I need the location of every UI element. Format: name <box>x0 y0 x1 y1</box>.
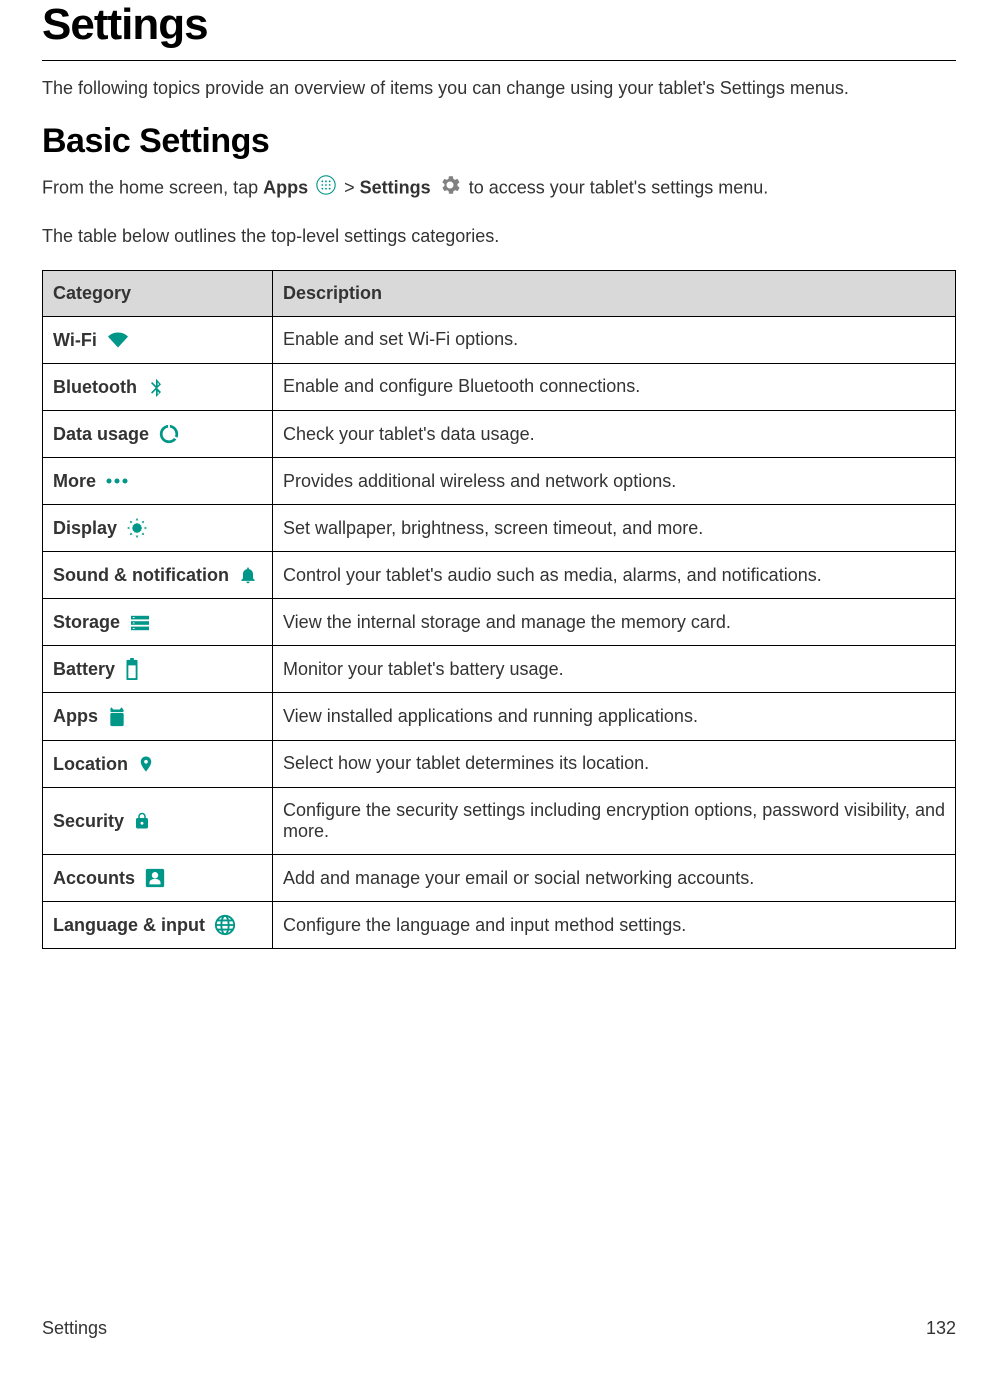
settings-table: Category Description Wi-Fi Enable and se… <box>42 270 956 950</box>
category-cell: Sound & notification <box>43 552 273 599</box>
category-label: Apps <box>53 706 98 726</box>
table-row: Language & input Configure the language … <box>43 902 956 949</box>
table-row: Sound & notification Control your tablet… <box>43 552 956 599</box>
table-row: Wi-Fi Enable and set Wi-Fi options. <box>43 316 956 363</box>
page-number: 132 <box>926 1318 956 1339</box>
description-cell: Enable and configure Bluetooth connectio… <box>273 363 956 410</box>
category-cell: Display <box>43 504 273 551</box>
category-label: Bluetooth <box>53 376 137 396</box>
description-cell: Control your tablet's audio such as medi… <box>273 552 956 599</box>
gear-icon <box>438 173 462 204</box>
category-label: Security <box>53 811 124 831</box>
more-icon <box>105 476 129 486</box>
description-cell: Provides additional wireless and network… <box>273 458 956 505</box>
wifi-icon <box>106 330 130 350</box>
footer-section: Settings <box>42 1318 107 1339</box>
language-icon <box>214 914 236 936</box>
notification-icon <box>238 564 258 586</box>
table-row: Bluetooth Enable and configure Bluetooth… <box>43 363 956 410</box>
category-label: Display <box>53 518 117 538</box>
category-cell: Security <box>43 787 273 854</box>
category-cell: Data usage <box>43 410 273 457</box>
step-suffix: to access your tablet's settings menu. <box>469 178 769 198</box>
apps-icon <box>107 706 127 728</box>
header-category: Category <box>43 270 273 316</box>
navigation-step: From the home screen, tap Apps > Setting… <box>42 173 956 204</box>
display-icon <box>126 517 148 539</box>
description-cell: Add and manage your email or social netw… <box>273 854 956 901</box>
divider <box>42 60 956 61</box>
intro-text: The following topics provide an overview… <box>42 77 956 100</box>
page-title: Settings <box>42 0 956 50</box>
accounts-icon <box>144 867 166 889</box>
description-cell: Select how your tablet determines its lo… <box>273 740 956 787</box>
header-description: Description <box>273 270 956 316</box>
description-cell: View the internal storage and manage the… <box>273 599 956 646</box>
description-cell: Check your tablet's data usage. <box>273 410 956 457</box>
category-cell: Battery <box>43 646 273 693</box>
description-cell: Configure the security settings includin… <box>273 787 956 854</box>
data-usage-icon <box>158 423 180 445</box>
table-header-row: Category Description <box>43 270 956 316</box>
table-row: Apps View installed applications and run… <box>43 693 956 740</box>
security-icon <box>133 810 151 832</box>
table-row: Security Configure the security settings… <box>43 787 956 854</box>
description-cell: Enable and set Wi-Fi options. <box>273 316 956 363</box>
apps-label: Apps <box>263 178 308 198</box>
description-cell: Monitor your tablet's battery usage. <box>273 646 956 693</box>
table-intro: The table below outlines the top-level s… <box>42 225 956 248</box>
category-label: Location <box>53 753 128 773</box>
step-prefix: From the home screen, tap <box>42 178 263 198</box>
battery-icon <box>124 658 140 680</box>
category-label: Battery <box>53 659 115 679</box>
category-label: Language & input <box>53 915 205 935</box>
table-row: Accounts Add and manage your email or so… <box>43 854 956 901</box>
category-label: Data usage <box>53 424 149 444</box>
category-cell: Accounts <box>43 854 273 901</box>
storage-icon <box>129 614 151 632</box>
description-cell: Configure the language and input method … <box>273 902 956 949</box>
category-cell: More <box>43 458 273 505</box>
table-row: Storage View the internal storage and ma… <box>43 599 956 646</box>
table-row: Data usage Check your tablet's data usag… <box>43 410 956 457</box>
apps-launcher-icon <box>315 174 337 203</box>
description-cell: View installed applications and running … <box>273 693 956 740</box>
bluetooth-icon <box>146 376 166 398</box>
table-row: Location Select how your tablet determin… <box>43 740 956 787</box>
category-cell: Wi-Fi <box>43 316 273 363</box>
category-label: Accounts <box>53 868 135 888</box>
category-label: Sound & notification <box>53 565 229 585</box>
category-label: Wi-Fi <box>53 330 97 350</box>
section-title: Basic Settings <box>42 122 956 161</box>
location-icon <box>137 753 155 775</box>
category-cell: Language & input <box>43 902 273 949</box>
category-cell: Apps <box>43 693 273 740</box>
category-cell: Bluetooth <box>43 363 273 410</box>
step-separator: > <box>344 178 360 198</box>
settings-label: Settings <box>360 178 431 198</box>
table-row: Display Set wallpaper, brightness, scree… <box>43 504 956 551</box>
category-cell: Storage <box>43 599 273 646</box>
category-label: Storage <box>53 612 120 632</box>
page-footer: Settings 132 <box>42 1318 956 1339</box>
description-cell: Set wallpaper, brightness, screen timeou… <box>273 504 956 551</box>
category-cell: Location <box>43 740 273 787</box>
category-label: More <box>53 471 96 491</box>
table-row: More Provides additional wireless and ne… <box>43 458 956 505</box>
table-row: Battery Monitor your tablet's battery us… <box>43 646 956 693</box>
